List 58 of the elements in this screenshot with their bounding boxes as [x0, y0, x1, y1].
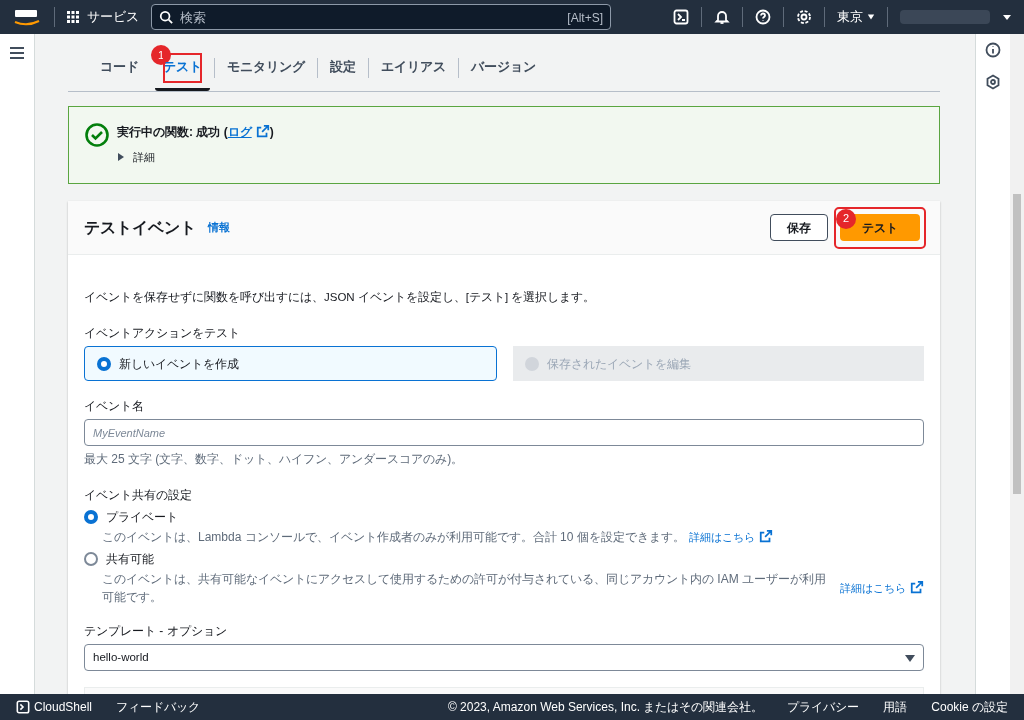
learn-more-link[interactable]: 詳細はこちら	[688, 529, 773, 546]
caret-right-icon	[117, 153, 125, 162]
log-link[interactable]: ログ	[227, 123, 270, 141]
field-hint: 最大 25 文字 (文字、数字、ドット、ハイフン、アンダースコアのみ)。	[84, 451, 465, 469]
save-button[interactable]: 保存	[770, 214, 828, 241]
details-toggle[interactable]: 詳細	[117, 149, 274, 166]
template-select[interactable]: hello-world	[84, 644, 924, 672]
logo-icon[interactable]	[12, 7, 42, 27]
field-label: イベント共有の設定	[84, 487, 193, 505]
learn-more-link[interactable]: 詳細はこちら	[840, 580, 924, 597]
info-link[interactable]: 情報	[208, 219, 230, 236]
intro-text: イベントを保存せずに関数を呼び出すには、JSON イベントを設定し、[テスト] を選択します。	[84, 290, 597, 306]
services-menu[interactable]: サービス	[67, 7, 139, 27]
terminal-icon[interactable]	[673, 9, 689, 25]
footer-link[interactable]: プライバシー	[787, 698, 860, 716]
success-icon	[85, 123, 109, 147]
tab[interactable]: バージョン	[463, 45, 544, 91]
radio-button[interactable]	[84, 510, 98, 525]
tab[interactable]: 設定	[322, 45, 364, 91]
option-description: このイベントは、共有可能なイベントにアクセスして使用するための許可が付与されている、同じアカウント内の IAM ユーザーが利用可能です。	[102, 571, 827, 607]
menu-icon[interactable]	[9, 46, 25, 60]
action-option[interactable]: 新しいイベントを作成	[84, 346, 497, 382]
external-link-icon	[910, 580, 924, 594]
bell-icon[interactable]	[714, 9, 730, 25]
alert-title: 実行中の関数: 成功 (	[117, 124, 228, 141]
option-description: このイベントは、Lambda コンソールで、イベント作成者のみが利用可能です。合計 10 個を設定できます。	[102, 529, 685, 547]
tab[interactable]: エイリアス	[373, 45, 454, 91]
search-icon	[159, 10, 173, 24]
field-label: イベント名	[84, 398, 145, 416]
footer-link[interactable]: 用語	[883, 698, 908, 716]
tab[interactable]: モニタリング	[219, 45, 313, 91]
copyright-text: © 2023, Amazon Web Services, Inc. またはその関連会社。	[447, 699, 764, 716]
terminal-icon	[16, 700, 30, 714]
grid-icon	[67, 11, 79, 23]
cloudshell-button[interactable]: CloudShell	[16, 698, 93, 716]
tab[interactable]: コード	[92, 45, 147, 91]
shortcut-hint: [Alt+S]	[567, 10, 603, 27]
settings-icon[interactable]	[796, 9, 812, 25]
hexagon-icon[interactable]	[985, 74, 1001, 90]
field-label: イベントアクションをテスト	[84, 325, 241, 343]
caret-icon[interactable]	[1002, 12, 1012, 22]
external-link-icon	[255, 124, 270, 138]
info-icon[interactable]	[985, 42, 1001, 58]
alert-title-end: )	[269, 124, 274, 141]
sharing-option[interactable]: プライベート	[84, 508, 178, 527]
caret-icon	[905, 652, 915, 663]
field-label: テンプレート - オプション	[84, 623, 228, 641]
feedback-link[interactable]: フィードバック	[116, 698, 201, 716]
caret-icon	[867, 13, 875, 21]
radio-button[interactable]	[84, 552, 98, 567]
radio-button[interactable]	[97, 356, 111, 371]
panel-title: テストイベント	[84, 217, 196, 238]
event-name-field[interactable]: MyEventName	[84, 419, 924, 447]
sharing-option[interactable]: 共有可能	[84, 550, 154, 569]
help-icon[interactable]	[755, 9, 771, 25]
external-link-icon	[758, 529, 773, 543]
footer-link[interactable]: Cookie の設定	[931, 698, 1008, 716]
region-menu[interactable]: 東京	[837, 7, 875, 27]
